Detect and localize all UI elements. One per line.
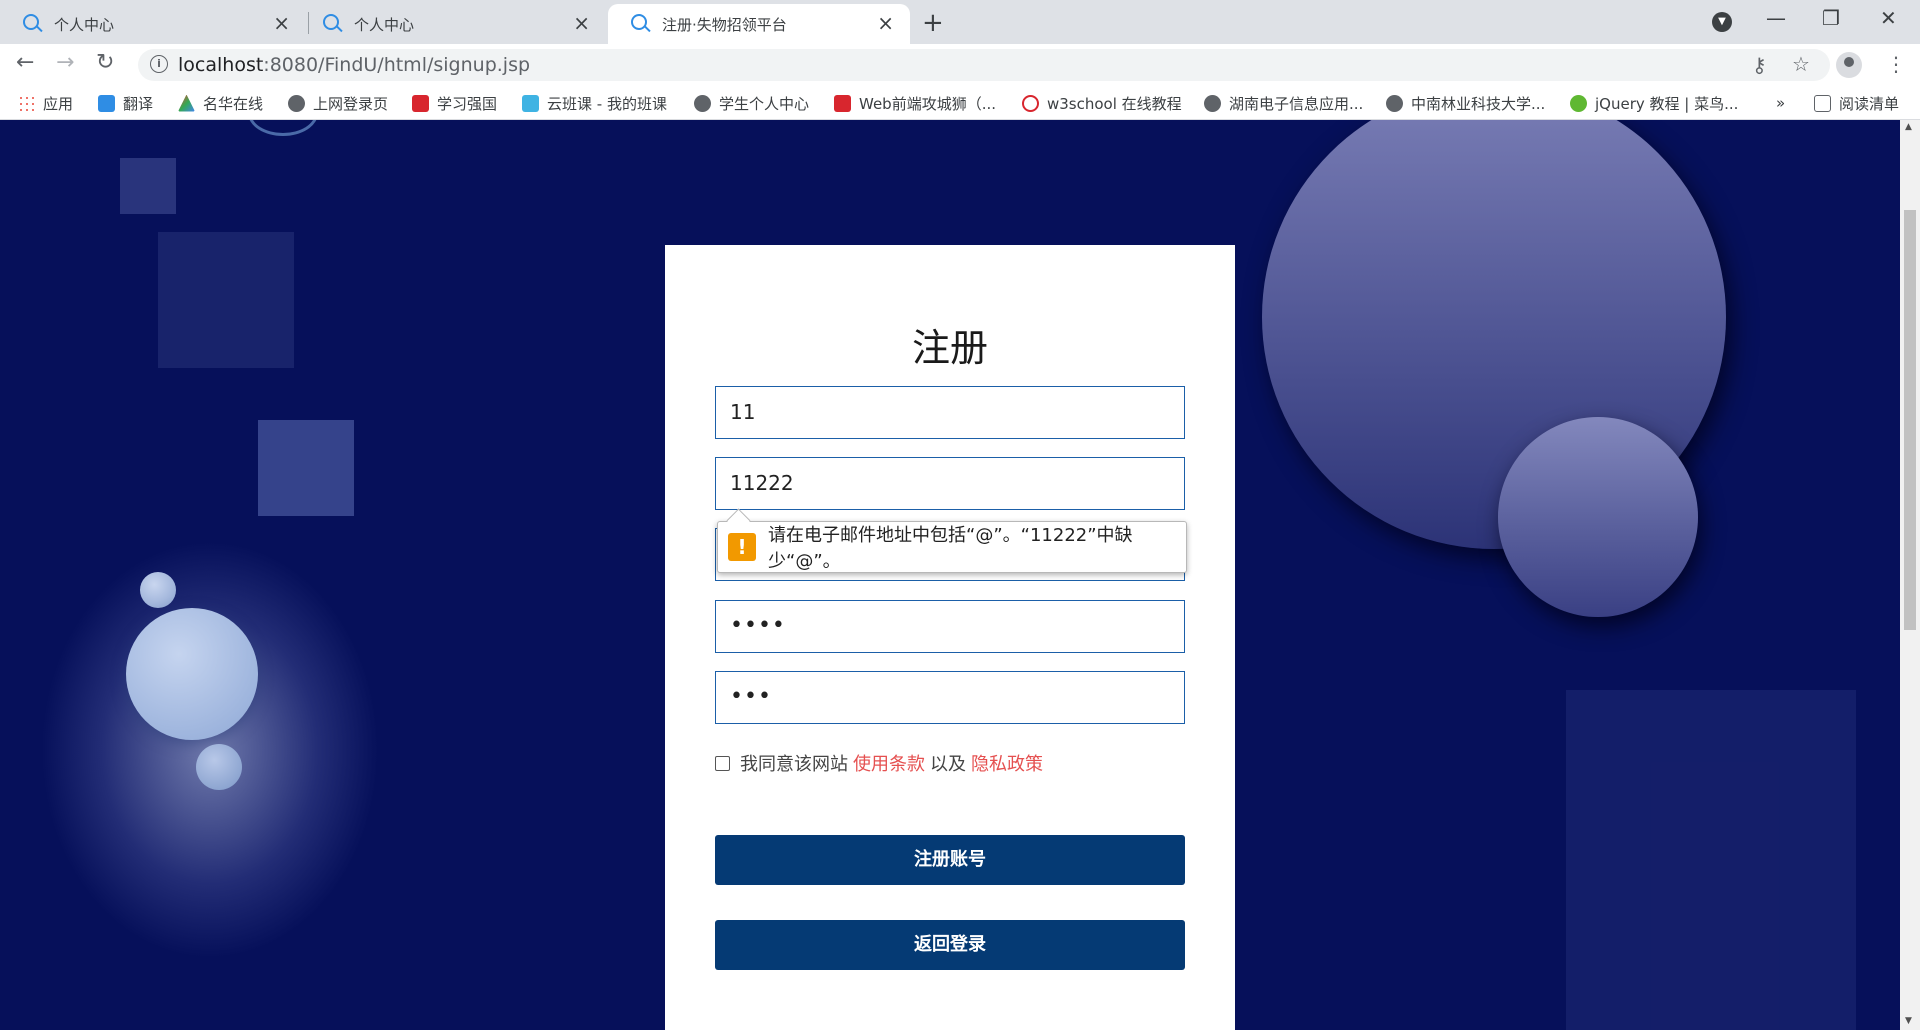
logo-fragment: [248, 120, 318, 136]
forward-button[interactable]: →: [56, 50, 74, 75]
globe-icon: [694, 94, 711, 112]
tab-signup[interactable]: 注册·失物招领平台 ×: [608, 4, 910, 44]
confirm-password-field[interactable]: •••: [715, 671, 1185, 724]
star-icon[interactable]: ☆: [1792, 52, 1810, 76]
web-icon: [834, 94, 851, 112]
minimize-button[interactable]: —: [1766, 6, 1786, 30]
password-field[interactable]: ••••: [715, 600, 1185, 653]
agree-prefix: 我同意该网站: [740, 754, 848, 775]
decor-bubble: [126, 608, 258, 740]
agree-row: 我同意该网站 使用条款 以及 隐私政策: [715, 750, 1048, 776]
back-to-login-button[interactable]: 返回登录: [715, 920, 1185, 970]
bookmark-translate[interactable]: 翻译: [98, 93, 153, 113]
reload-button[interactable]: ↻: [96, 50, 114, 75]
close-tab-icon[interactable]: ×: [273, 13, 290, 33]
bookmark-jquery[interactable]: jQuery 教程 | 菜鸟...: [1570, 93, 1738, 113]
email-field[interactable]: 11222: [715, 457, 1185, 510]
tab-strip: 个人中心 × 个人中心 × 注册·失物招领平台 × + ▼ — ❐ ✕: [0, 0, 1920, 44]
search-icon: [22, 13, 44, 35]
page-background: 注册 11 11222 •••• ••• ! 请在电子邮件地址中包括“@”。“1…: [0, 120, 1900, 1030]
username-field[interactable]: 11: [715, 386, 1185, 439]
tab-title: 注册·失物招领平台: [662, 15, 787, 34]
decor-square: [158, 232, 294, 368]
bookmark-yunbanke[interactable]: 云班课 - 我的班课: [522, 93, 667, 113]
validation-message: 请在电子邮件地址中包括“@”。“11222”中缺少“@”。: [768, 525, 1133, 572]
info-icon[interactable]: i: [150, 55, 168, 73]
bookmark-csuft[interactable]: 中南林业科技大学...: [1386, 93, 1545, 113]
cloud-icon: [522, 94, 539, 112]
triangle-icon: [178, 94, 195, 112]
menu-icon[interactable]: ⋮: [1886, 52, 1906, 76]
tab-title: 个人中心: [354, 15, 415, 34]
bookmark-apps[interactable]: 应用: [18, 93, 73, 113]
page-scrollbar[interactable]: ▲ ▼: [1900, 120, 1920, 1030]
restore-button[interactable]: ❐: [1822, 6, 1840, 30]
decor-square: [120, 158, 176, 214]
reading-list-icon: [1814, 94, 1831, 112]
translate-icon: [98, 94, 115, 112]
tab-search-icon[interactable]: ▼: [1712, 12, 1732, 32]
w3school-icon: [1022, 94, 1039, 112]
avatar[interactable]: [1836, 52, 1862, 78]
bookmark-login-page[interactable]: 上网登录页: [288, 93, 388, 113]
bookmark-hunan[interactable]: 湖南电子信息应用...: [1204, 93, 1363, 113]
new-tab-button[interactable]: +: [922, 8, 944, 38]
back-button[interactable]: ←: [16, 50, 34, 75]
bookmarks-overflow[interactable]: »: [1776, 93, 1785, 113]
globe-icon: [1204, 94, 1221, 112]
bookmark-w3school[interactable]: w3school 在线教程: [1022, 93, 1182, 113]
scroll-up-icon[interactable]: ▲: [1905, 122, 1912, 132]
validation-tooltip: ! 请在电子邮件地址中包括“@”。“11222”中缺少“@”。: [717, 521, 1187, 573]
decor-bubble: [196, 744, 242, 790]
agree-checkbox[interactable]: [715, 755, 730, 771]
globe-icon: [1386, 94, 1403, 112]
address-bar[interactable]: i localhost:8080/FindU/html/signup.jsp ⚷…: [138, 49, 1830, 81]
warning-icon: !: [728, 533, 756, 561]
xuexi-icon: [412, 94, 429, 112]
bookmark-web-frontend[interactable]: Web前端攻城狮（...: [834, 93, 996, 113]
search-icon: [630, 13, 652, 35]
jquery-icon: [1570, 94, 1587, 112]
register-button[interactable]: 注册账号: [715, 835, 1185, 885]
globe-icon: [288, 94, 305, 112]
apps-icon: [18, 94, 35, 112]
bookmark-xuexi[interactable]: 学习强国: [412, 93, 497, 113]
close-window-button[interactable]: ✕: [1880, 6, 1897, 30]
privacy-link[interactable]: 隐私政策: [971, 750, 1043, 776]
bookmarks-bar: 应用 翻译 名华在线 上网登录页 学习强国 云班课 - 我的班课 学生个人中心 …: [0, 86, 1920, 120]
scroll-thumb[interactable]: [1904, 210, 1916, 630]
terms-link[interactable]: 使用条款: [853, 750, 925, 776]
key-icon[interactable]: ⚷: [1752, 53, 1767, 77]
browser-toolbar: ← → ↻ i localhost:8080/FindU/html/signup…: [0, 44, 1920, 86]
close-tab-icon[interactable]: ×: [573, 13, 590, 33]
page-title: 注册: [911, 326, 988, 370]
decor-square: [258, 420, 354, 516]
tab-title: 个人中心: [54, 15, 115, 34]
bookmark-minghua[interactable]: 名华在线: [178, 93, 263, 113]
decor-sphere: [1498, 417, 1698, 617]
agree-middle: 以及: [930, 754, 966, 775]
reading-list[interactable]: 阅读清单: [1814, 93, 1899, 113]
scroll-down-icon[interactable]: ▼: [1905, 1016, 1912, 1026]
bookmark-student-center[interactable]: 学生个人中心: [694, 93, 809, 113]
tab-personal-center-2[interactable]: 个人中心 ×: [300, 4, 606, 44]
signup-card: 注册 11 11222 •••• ••• ! 请在电子邮件地址中包括“@”。“1…: [665, 245, 1235, 1030]
url-text[interactable]: localhost:8080/FindU/html/signup.jsp: [178, 54, 530, 76]
tab-personal-center-1[interactable]: 个人中心 ×: [0, 4, 306, 44]
close-tab-icon[interactable]: ×: [877, 13, 894, 33]
decor-bubble: [140, 572, 176, 608]
search-icon: [322, 13, 344, 35]
decor-square: [1566, 690, 1856, 1030]
